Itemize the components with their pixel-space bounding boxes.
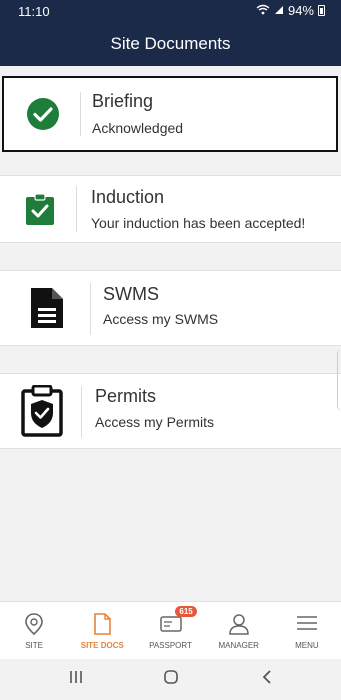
tab-passport[interactable]: 615 PASSPORT bbox=[136, 602, 204, 659]
card-divider bbox=[80, 92, 81, 136]
tab-menu[interactable]: MENU bbox=[273, 602, 341, 659]
scroll-edge bbox=[337, 350, 341, 410]
check-circle-icon bbox=[25, 96, 61, 132]
swms-card[interactable]: SWMS Access my SWMS bbox=[0, 270, 341, 346]
tab-site[interactable]: SITE bbox=[0, 602, 68, 659]
wifi-icon bbox=[256, 3, 270, 18]
document-icon bbox=[28, 285, 66, 331]
page-title: Site Documents bbox=[110, 34, 231, 53]
card-divider bbox=[81, 386, 82, 438]
tab-label: SITE bbox=[25, 641, 43, 650]
card-title: Briefing bbox=[92, 91, 154, 111]
home-icon[interactable] bbox=[163, 669, 179, 690]
briefing-card[interactable]: Briefing Acknowledged bbox=[2, 76, 338, 152]
tab-label: MENU bbox=[295, 641, 319, 650]
status-indicators: 94% bbox=[256, 3, 325, 18]
back-icon[interactable] bbox=[261, 669, 273, 690]
induction-card[interactable]: Induction Your induction has been accept… bbox=[0, 175, 341, 243]
card-title: Induction bbox=[91, 187, 165, 207]
id-card-icon bbox=[159, 616, 182, 637]
recent-apps-icon[interactable] bbox=[69, 669, 83, 690]
card-title: Permits bbox=[95, 386, 157, 406]
card-subtitle: Your induction has been accepted! bbox=[91, 215, 306, 231]
card-title: SWMS bbox=[103, 284, 159, 304]
card-subtitle: Acknowledged bbox=[92, 120, 184, 136]
location-pin-icon bbox=[24, 612, 44, 641]
document-outline-icon bbox=[92, 612, 112, 641]
status-time: 11:10 bbox=[18, 4, 50, 19]
battery-percent: 94% bbox=[287, 3, 314, 18]
clipboard-check-icon bbox=[24, 192, 56, 226]
tab-label: MANAGER bbox=[218, 641, 259, 650]
hamburger-menu-icon bbox=[296, 615, 318, 636]
system-nav-bar bbox=[0, 659, 341, 700]
card-divider bbox=[90, 283, 91, 335]
card-subtitle: Access my Permits bbox=[95, 414, 215, 430]
tab-site-docs[interactable]: SITE DOCS bbox=[68, 602, 136, 659]
battery-icon bbox=[318, 5, 325, 16]
bottom-tab-bar: SITE SITE DOCS 615 PASSPORT MANAGER MENU bbox=[0, 601, 341, 659]
tab-label: SITE DOCS bbox=[80, 641, 124, 650]
card-subtitle: Access my SWMS bbox=[103, 311, 219, 327]
status-bar: 11:10 94% bbox=[0, 0, 341, 22]
permits-card[interactable]: Permits Access my Permits bbox=[0, 373, 341, 449]
notification-badge: 615 bbox=[175, 606, 197, 617]
clipboard-shield-icon bbox=[19, 384, 65, 438]
card-divider bbox=[76, 186, 77, 232]
tab-label: PASSPORT bbox=[149, 641, 192, 650]
tab-manager[interactable]: MANAGER bbox=[205, 602, 273, 659]
app-bar: Site Documents bbox=[0, 22, 341, 66]
user-icon bbox=[228, 612, 250, 641]
signal-icon bbox=[274, 3, 284, 18]
